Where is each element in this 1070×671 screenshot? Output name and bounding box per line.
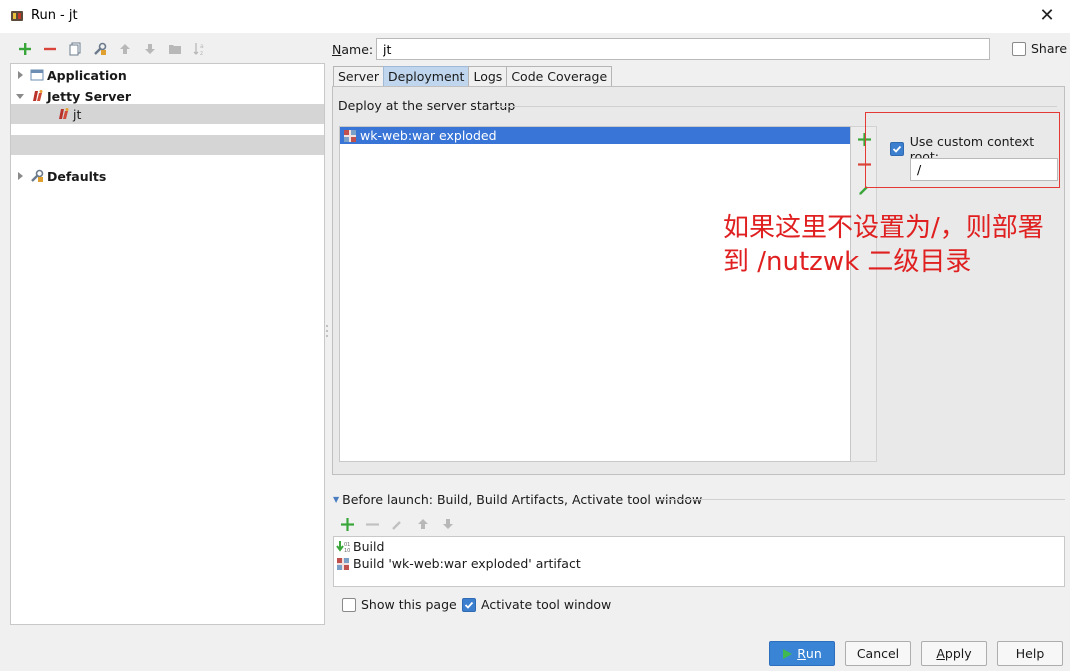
remove-icon[interactable]: [37, 39, 62, 59]
move-down-icon: [137, 39, 162, 59]
svg-text:a: a: [200, 43, 204, 50]
play-icon: [783, 648, 793, 659]
deploy-item-selected[interactable]: wk-web:war exploded: [340, 127, 850, 144]
jetty-icon: [29, 88, 45, 104]
before-launch-label: Before launch: Build, Build Artifacts, A…: [342, 492, 703, 507]
tree-item-jt-selected[interactable]: jt: [11, 104, 324, 124]
collapse-arrow-icon[interactable]: [14, 90, 26, 102]
before-launch-toolbar: [335, 514, 460, 534]
separator: [658, 499, 1065, 500]
defaults-wrench-icon: [29, 168, 45, 184]
tree-item-jetty-server[interactable]: Jetty Server: [11, 86, 324, 106]
tab-bar: Server Deployment Logs Code Coverage: [333, 66, 613, 86]
apply-button[interactable]: Apply: [921, 641, 987, 666]
list-item-label: Build 'wk-web:war exploded' artifact: [353, 556, 581, 571]
show-page-label: Show this page: [361, 597, 457, 612]
expand-arrow-icon[interactable]: [14, 69, 26, 81]
annotation-line-1: 如果这里不设置为/，则部署: [723, 213, 1044, 243]
cancel-button[interactable]: Cancel: [845, 641, 911, 666]
tab-deployment[interactable]: Deployment: [383, 66, 470, 86]
annotation-highlight-box: [865, 112, 1060, 188]
config-toolbar: az: [12, 39, 212, 59]
tree-item-label: jt: [73, 106, 82, 122]
share-checkbox-box[interactable]: [1012, 41, 1026, 56]
tree-item-label: Application: [47, 67, 127, 83]
expand-arrow-icon[interactable]: [14, 170, 26, 182]
tree-item-label: Defaults: [47, 168, 107, 184]
name-input[interactable]: [376, 38, 990, 60]
artifact-icon: [342, 128, 358, 144]
tree-item-defaults[interactable]: Defaults: [11, 166, 324, 186]
list-item-label: Build: [353, 539, 385, 554]
tree-item-application[interactable]: Application: [11, 65, 324, 85]
activate-tool-window-label: Activate tool window: [481, 597, 612, 612]
application-icon: [29, 67, 45, 83]
tab-logs[interactable]: Logs: [468, 66, 508, 86]
move-up-icon: [410, 514, 435, 534]
share-checkbox[interactable]: Share: [1012, 41, 1067, 56]
activate-tool-window-checkbox[interactable]: Activate tool window: [462, 597, 611, 612]
collapse-triangle-icon[interactable]: ▼: [333, 495, 339, 504]
list-item[interactable]: Build 'wk-web:war exploded' artifact: [334, 555, 581, 572]
title-bar: Run - jt ✕: [0, 0, 1070, 33]
deploy-item-label: wk-web:war exploded: [360, 128, 497, 143]
folder-icon: [162, 39, 187, 59]
edit-pencil-icon: [385, 514, 410, 534]
before-launch-header[interactable]: ▼ Before launch: Build, Build Artifacts,…: [333, 492, 702, 507]
list-item[interactable]: 01 10 Build: [334, 538, 384, 555]
deploy-header: Deploy at the server startup: [338, 98, 516, 113]
jetty-icon: [55, 106, 71, 122]
svg-text:10: 10: [344, 548, 350, 554]
edit-defaults-icon[interactable]: [87, 39, 112, 59]
add-icon[interactable]: [12, 39, 37, 59]
share-label: Share: [1031, 41, 1068, 56]
run-button[interactable]: Run: [769, 641, 835, 666]
sort-icon: az: [187, 39, 212, 59]
remove-icon: [360, 514, 385, 534]
copy-icon[interactable]: [62, 39, 87, 59]
show-page-checkbox[interactable]: Show this page: [342, 597, 457, 612]
window-title: Run - jt: [31, 8, 78, 23]
tree-item-label: Jetty Server: [47, 88, 132, 104]
move-up-icon: [112, 39, 137, 59]
artifact-icon: [335, 556, 351, 572]
close-icon[interactable]: ✕: [1024, 0, 1070, 33]
build-icon: 01 10: [335, 539, 351, 555]
tab-code-coverage[interactable]: Code Coverage: [506, 66, 613, 86]
checkbox-box[interactable]: [342, 597, 356, 612]
name-label: Name:: [332, 42, 374, 57]
annotation-text: 如果这里不设置为/，则部署 到 /nutzwk 二级目录: [723, 211, 1070, 279]
tree-item-jt-row[interactable]: [11, 135, 324, 155]
jetty-run-icon: [10, 9, 24, 23]
help-button[interactable]: Help: [997, 641, 1063, 666]
tab-server[interactable]: Server: [333, 66, 384, 86]
before-launch-list[interactable]: 01 10 Build Build 'wk-web:war exploded' a…: [333, 536, 1065, 587]
config-tree: Application Jetty Server Defaults: [10, 63, 325, 625]
move-down-icon: [435, 514, 460, 534]
separator: [495, 106, 1057, 107]
svg-text:z: z: [200, 50, 203, 56]
deploy-list[interactable]: wk-web:war exploded: [339, 126, 851, 462]
annotation-line-2: 到 /nutzwk 二级目录: [723, 247, 972, 277]
add-icon[interactable]: [335, 514, 360, 534]
splitter-handle[interactable]: [325, 323, 329, 339]
checkbox-checked-icon[interactable]: [462, 597, 476, 612]
